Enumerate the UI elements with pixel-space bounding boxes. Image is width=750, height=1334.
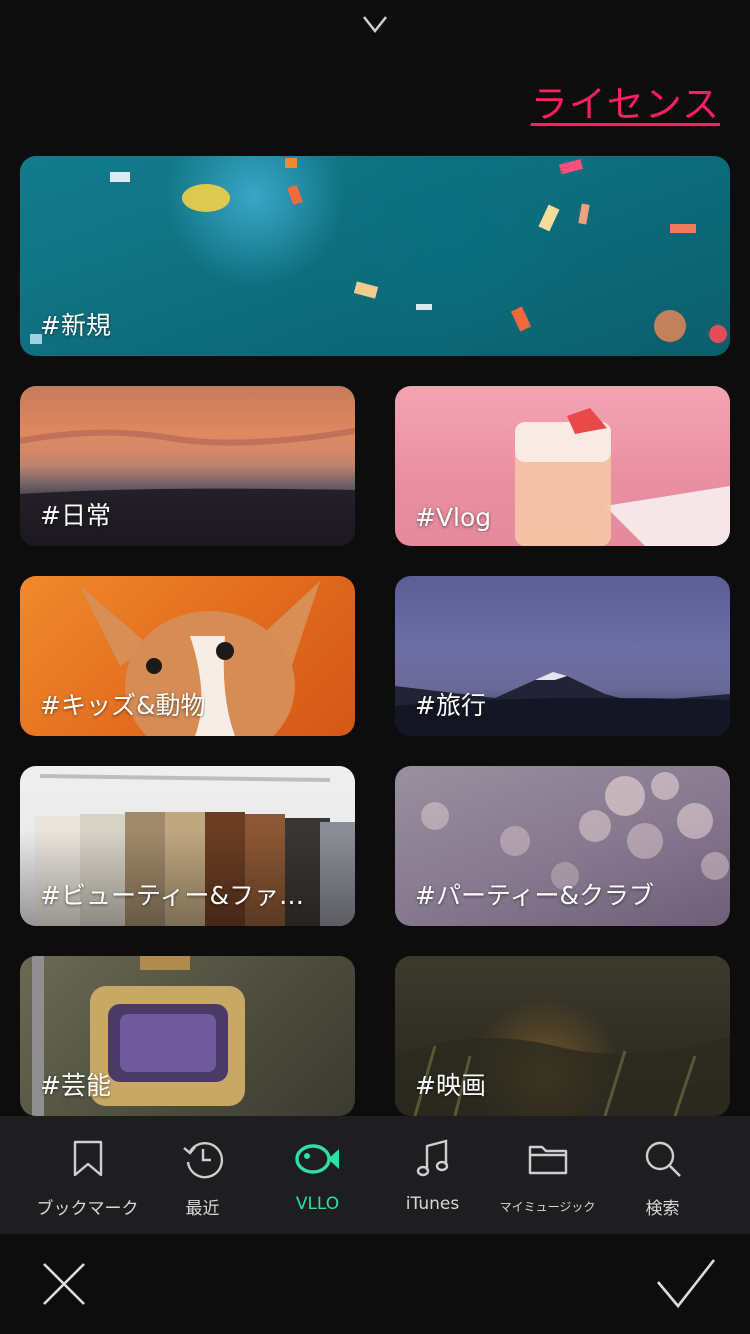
- history-icon: [182, 1138, 224, 1180]
- tab-label: VLLO: [295, 1194, 340, 1214]
- category-card-vlog[interactable]: #Vlog: [395, 386, 730, 546]
- category-card-party-club[interactable]: #パーティー&クラブ: [395, 766, 730, 926]
- license-link[interactable]: ライセンス: [531, 74, 720, 128]
- category-label: #映画: [415, 1071, 486, 1100]
- category-card-movie[interactable]: #映画: [395, 956, 730, 1116]
- tab-label: iTunes: [405, 1194, 460, 1214]
- tab-recent[interactable]: 最近: [145, 1116, 260, 1234]
- tab-label: 検索: [645, 1199, 680, 1219]
- tab-search[interactable]: 検索: [605, 1116, 720, 1234]
- music-source-tab-bar: ブックマーク 最近 VLLO iTunes マイミュージック 検索: [0, 1116, 750, 1234]
- category-label: #Vlog: [415, 503, 492, 532]
- tab-label: 最近: [185, 1199, 220, 1219]
- collapse-chevron-icon[interactable]: [355, 8, 395, 40]
- category-card-daily[interactable]: #日常: [20, 386, 355, 546]
- category-label: #キッズ&動物: [40, 691, 206, 720]
- tab-itunes[interactable]: iTunes: [375, 1116, 490, 1234]
- bookmark-icon: [72, 1138, 104, 1180]
- search-icon: [643, 1138, 683, 1180]
- folder-icon: [528, 1138, 568, 1180]
- tab-bookmark[interactable]: ブックマーク: [30, 1116, 145, 1234]
- tab-label: マイミュージック: [499, 1200, 596, 1214]
- music-note-icon: [416, 1138, 450, 1180]
- category-label: #旅行: [415, 691, 486, 720]
- category-label: #芸能: [40, 1071, 111, 1100]
- category-card-entertainment[interactable]: #芸能: [20, 956, 355, 1116]
- bottom-action-bar: [0, 1234, 750, 1334]
- tab-label: ブックマーク: [36, 1199, 139, 1219]
- confetti-graphic: [30, 158, 727, 344]
- category-card-kids-animals[interactable]: #キッズ&動物: [20, 576, 355, 736]
- fish-icon: [294, 1138, 342, 1180]
- category-label: #パーティー&クラブ: [415, 881, 654, 910]
- category-label: #ビューティー&ファ…: [40, 881, 304, 910]
- category-label: #新規: [40, 311, 111, 340]
- tab-my-music[interactable]: マイミュージック: [490, 1116, 605, 1234]
- category-card-travel[interactable]: #旅行: [395, 576, 730, 736]
- tab-vllo[interactable]: VLLO: [260, 1116, 375, 1234]
- category-card-beauty-fashion[interactable]: #ビューティー&ファ…: [20, 766, 355, 926]
- confirm-check-icon[interactable]: [654, 1256, 718, 1312]
- close-icon[interactable]: [38, 1258, 90, 1310]
- category-card-new[interactable]: #新規: [20, 156, 730, 356]
- category-label: #日常: [40, 501, 111, 530]
